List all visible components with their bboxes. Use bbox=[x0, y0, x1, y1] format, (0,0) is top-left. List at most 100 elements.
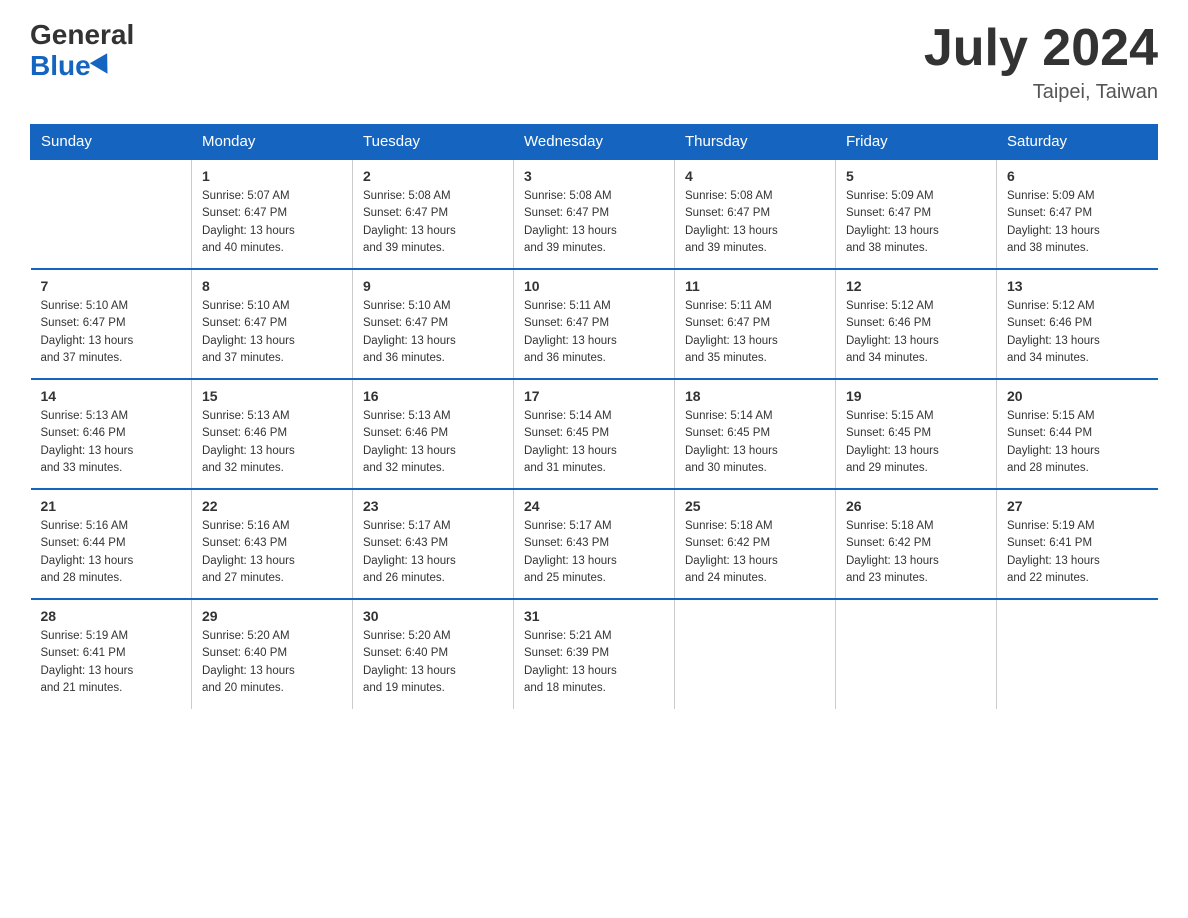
day-info: Sunrise: 5:09 AM Sunset: 6:47 PM Dayligh… bbox=[846, 188, 986, 257]
day-number: 21 bbox=[41, 498, 182, 514]
calendar-cell: 17 Sunrise: 5:14 AM Sunset: 6:45 PM Dayli… bbox=[514, 379, 675, 489]
calendar-cell: 13 Sunrise: 5:12 AM Sunset: 6:46 PM Dayli… bbox=[997, 269, 1158, 379]
day-info: Sunrise: 5:19 AM Sunset: 6:41 PM Dayligh… bbox=[1007, 518, 1148, 587]
weekday-header-tuesday: Tuesday bbox=[353, 125, 514, 160]
calendar-cell: 3 Sunrise: 5:08 AM Sunset: 6:47 PM Daylig… bbox=[514, 159, 675, 269]
calendar-cell: 16 Sunrise: 5:13 AM Sunset: 6:46 PM Dayli… bbox=[353, 379, 514, 489]
day-number: 1 bbox=[202, 168, 342, 184]
month-title: July 2024 bbox=[924, 20, 1158, 77]
calendar-cell: 7Sunrise: 5:10 AM Sunset: 6:47 PM Daylig… bbox=[31, 269, 192, 379]
day-number: 29 bbox=[202, 608, 342, 624]
day-number: 28 bbox=[41, 608, 182, 624]
weekday-header-row: SundayMondayTuesdayWednesdayThursdayFrid… bbox=[31, 125, 1158, 160]
day-number: 16 bbox=[363, 388, 503, 404]
day-info: Sunrise: 5:09 AM Sunset: 6:47 PM Dayligh… bbox=[1007, 188, 1148, 257]
calendar-cell: 15Sunrise: 5:13 AM Sunset: 6:46 PM Dayli… bbox=[192, 379, 353, 489]
day-number: 5 bbox=[846, 168, 986, 184]
calendar-cell: 12 Sunrise: 5:12 AM Sunset: 6:46 PM Dayli… bbox=[836, 269, 997, 379]
calendar-cell: 27Sunrise: 5:19 AM Sunset: 6:41 PM Dayli… bbox=[997, 489, 1158, 599]
day-number: 20 bbox=[1007, 388, 1148, 404]
calendar-cell: 24 Sunrise: 5:17 AM Sunset: 6:43 PM Dayli… bbox=[514, 489, 675, 599]
calendar-cell bbox=[31, 159, 192, 269]
day-info: Sunrise: 5:13 AM Sunset: 6:46 PM Dayligh… bbox=[41, 408, 182, 477]
day-info: Sunrise: 5:10 AM Sunset: 6:47 PM Dayligh… bbox=[202, 298, 342, 367]
day-info: Sunrise: 5:20 AM Sunset: 6:40 PM Dayligh… bbox=[363, 628, 503, 697]
day-info: Sunrise: 5:18 AM Sunset: 6:42 PM Dayligh… bbox=[685, 518, 825, 587]
calendar-cell bbox=[836, 599, 997, 709]
day-number: 3 bbox=[524, 168, 664, 184]
calendar-cell: 6 Sunrise: 5:09 AM Sunset: 6:47 PM Daylig… bbox=[997, 159, 1158, 269]
day-number: 10 bbox=[524, 278, 664, 294]
day-number: 31 bbox=[524, 608, 664, 624]
day-info: Sunrise: 5:08 AM Sunset: 6:47 PM Dayligh… bbox=[363, 188, 503, 257]
calendar-cell: 4 Sunrise: 5:08 AM Sunset: 6:47 PM Daylig… bbox=[675, 159, 836, 269]
day-number: 19 bbox=[846, 388, 986, 404]
day-info: Sunrise: 5:20 AM Sunset: 6:40 PM Dayligh… bbox=[202, 628, 342, 697]
calendar-cell: 14 Sunrise: 5:13 AM Sunset: 6:46 PM Dayli… bbox=[31, 379, 192, 489]
day-number: 8 bbox=[202, 278, 342, 294]
calendar-cell: 23 Sunrise: 5:17 AM Sunset: 6:43 PM Dayli… bbox=[353, 489, 514, 599]
day-number: 23 bbox=[363, 498, 503, 514]
day-info: Sunrise: 5:15 AM Sunset: 6:45 PM Dayligh… bbox=[846, 408, 986, 477]
calendar-cell: 25Sunrise: 5:18 AM Sunset: 6:42 PM Dayli… bbox=[675, 489, 836, 599]
day-info: Sunrise: 5:16 AM Sunset: 6:43 PM Dayligh… bbox=[202, 518, 342, 587]
day-number: 9 bbox=[363, 278, 503, 294]
day-info: Sunrise: 5:14 AM Sunset: 6:45 PM Dayligh… bbox=[524, 408, 664, 477]
day-number: 24 bbox=[524, 498, 664, 514]
day-info: Sunrise: 5:17 AM Sunset: 6:43 PM Dayligh… bbox=[363, 518, 503, 587]
location-title: Taipei, Taiwan bbox=[924, 81, 1158, 104]
calendar-cell: 8 Sunrise: 5:10 AM Sunset: 6:47 PM Daylig… bbox=[192, 269, 353, 379]
day-number: 6 bbox=[1007, 168, 1148, 184]
day-number: 12 bbox=[846, 278, 986, 294]
calendar-cell: 19 Sunrise: 5:15 AM Sunset: 6:45 PM Dayli… bbox=[836, 379, 997, 489]
day-info: Sunrise: 5:12 AM Sunset: 6:46 PM Dayligh… bbox=[1007, 298, 1148, 367]
calendar-week-row: 14 Sunrise: 5:13 AM Sunset: 6:46 PM Dayli… bbox=[31, 379, 1158, 489]
day-info: Sunrise: 5:10 AM Sunset: 6:47 PM Dayligh… bbox=[363, 298, 503, 367]
calendar-cell bbox=[675, 599, 836, 709]
day-number: 4 bbox=[685, 168, 825, 184]
calendar-cell: 18 Sunrise: 5:14 AM Sunset: 6:45 PM Dayli… bbox=[675, 379, 836, 489]
calendar-week-row: 7Sunrise: 5:10 AM Sunset: 6:47 PM Daylig… bbox=[31, 269, 1158, 379]
weekday-header-friday: Friday bbox=[836, 125, 997, 160]
calendar-cell: 20 Sunrise: 5:15 AM Sunset: 6:44 PM Dayli… bbox=[997, 379, 1158, 489]
day-info: Sunrise: 5:11 AM Sunset: 6:47 PM Dayligh… bbox=[524, 298, 664, 367]
day-number: 14 bbox=[41, 388, 182, 404]
day-number: 11 bbox=[685, 278, 825, 294]
day-info: Sunrise: 5:10 AM Sunset: 6:47 PM Dayligh… bbox=[41, 298, 182, 367]
day-info: Sunrise: 5:17 AM Sunset: 6:43 PM Dayligh… bbox=[524, 518, 664, 587]
day-info: Sunrise: 5:15 AM Sunset: 6:44 PM Dayligh… bbox=[1007, 408, 1148, 477]
day-info: Sunrise: 5:13 AM Sunset: 6:46 PM Dayligh… bbox=[363, 408, 503, 477]
calendar-cell: 10 Sunrise: 5:11 AM Sunset: 6:47 PM Dayli… bbox=[514, 269, 675, 379]
day-info: Sunrise: 5:18 AM Sunset: 6:42 PM Dayligh… bbox=[846, 518, 986, 587]
calendar-cell: 11Sunrise: 5:11 AM Sunset: 6:47 PM Dayli… bbox=[675, 269, 836, 379]
calendar-cell: 22 Sunrise: 5:16 AM Sunset: 6:43 PM Dayli… bbox=[192, 489, 353, 599]
day-info: Sunrise: 5:07 AM Sunset: 6:47 PM Dayligh… bbox=[202, 188, 342, 257]
page-header: General Blue July 2024 Taipei, Taiwan bbox=[30, 20, 1158, 104]
calendar-cell: 5 Sunrise: 5:09 AM Sunset: 6:47 PM Daylig… bbox=[836, 159, 997, 269]
calendar-cell bbox=[997, 599, 1158, 709]
calendar-cell: 2 Sunrise: 5:08 AM Sunset: 6:47 PM Daylig… bbox=[353, 159, 514, 269]
calendar-week-row: 28Sunrise: 5:19 AM Sunset: 6:41 PM Dayli… bbox=[31, 599, 1158, 709]
day-number: 18 bbox=[685, 388, 825, 404]
weekday-header-sunday: Sunday bbox=[31, 125, 192, 160]
day-info: Sunrise: 5:08 AM Sunset: 6:47 PM Dayligh… bbox=[524, 188, 664, 257]
day-number: 22 bbox=[202, 498, 342, 514]
day-number: 13 bbox=[1007, 278, 1148, 294]
day-number: 30 bbox=[363, 608, 503, 624]
calendar-cell: 28Sunrise: 5:19 AM Sunset: 6:41 PM Dayli… bbox=[31, 599, 192, 709]
day-info: Sunrise: 5:08 AM Sunset: 6:47 PM Dayligh… bbox=[685, 188, 825, 257]
day-number: 2 bbox=[363, 168, 503, 184]
day-number: 17 bbox=[524, 388, 664, 404]
weekday-header-monday: Monday bbox=[192, 125, 353, 160]
day-info: Sunrise: 5:16 AM Sunset: 6:44 PM Dayligh… bbox=[41, 518, 182, 587]
calendar-cell: 31Sunrise: 5:21 AM Sunset: 6:39 PM Dayli… bbox=[514, 599, 675, 709]
logo: General Blue bbox=[30, 20, 134, 82]
logo-blue-text: Blue bbox=[30, 51, 134, 82]
weekday-header-wednesday: Wednesday bbox=[514, 125, 675, 160]
day-info: Sunrise: 5:13 AM Sunset: 6:46 PM Dayligh… bbox=[202, 408, 342, 477]
calendar-week-row: 1 Sunrise: 5:07 AM Sunset: 6:47 PM Daylig… bbox=[31, 159, 1158, 269]
day-info: Sunrise: 5:12 AM Sunset: 6:46 PM Dayligh… bbox=[846, 298, 986, 367]
calendar-cell: 1 Sunrise: 5:07 AM Sunset: 6:47 PM Daylig… bbox=[192, 159, 353, 269]
weekday-header-saturday: Saturday bbox=[997, 125, 1158, 160]
day-info: Sunrise: 5:14 AM Sunset: 6:45 PM Dayligh… bbox=[685, 408, 825, 477]
